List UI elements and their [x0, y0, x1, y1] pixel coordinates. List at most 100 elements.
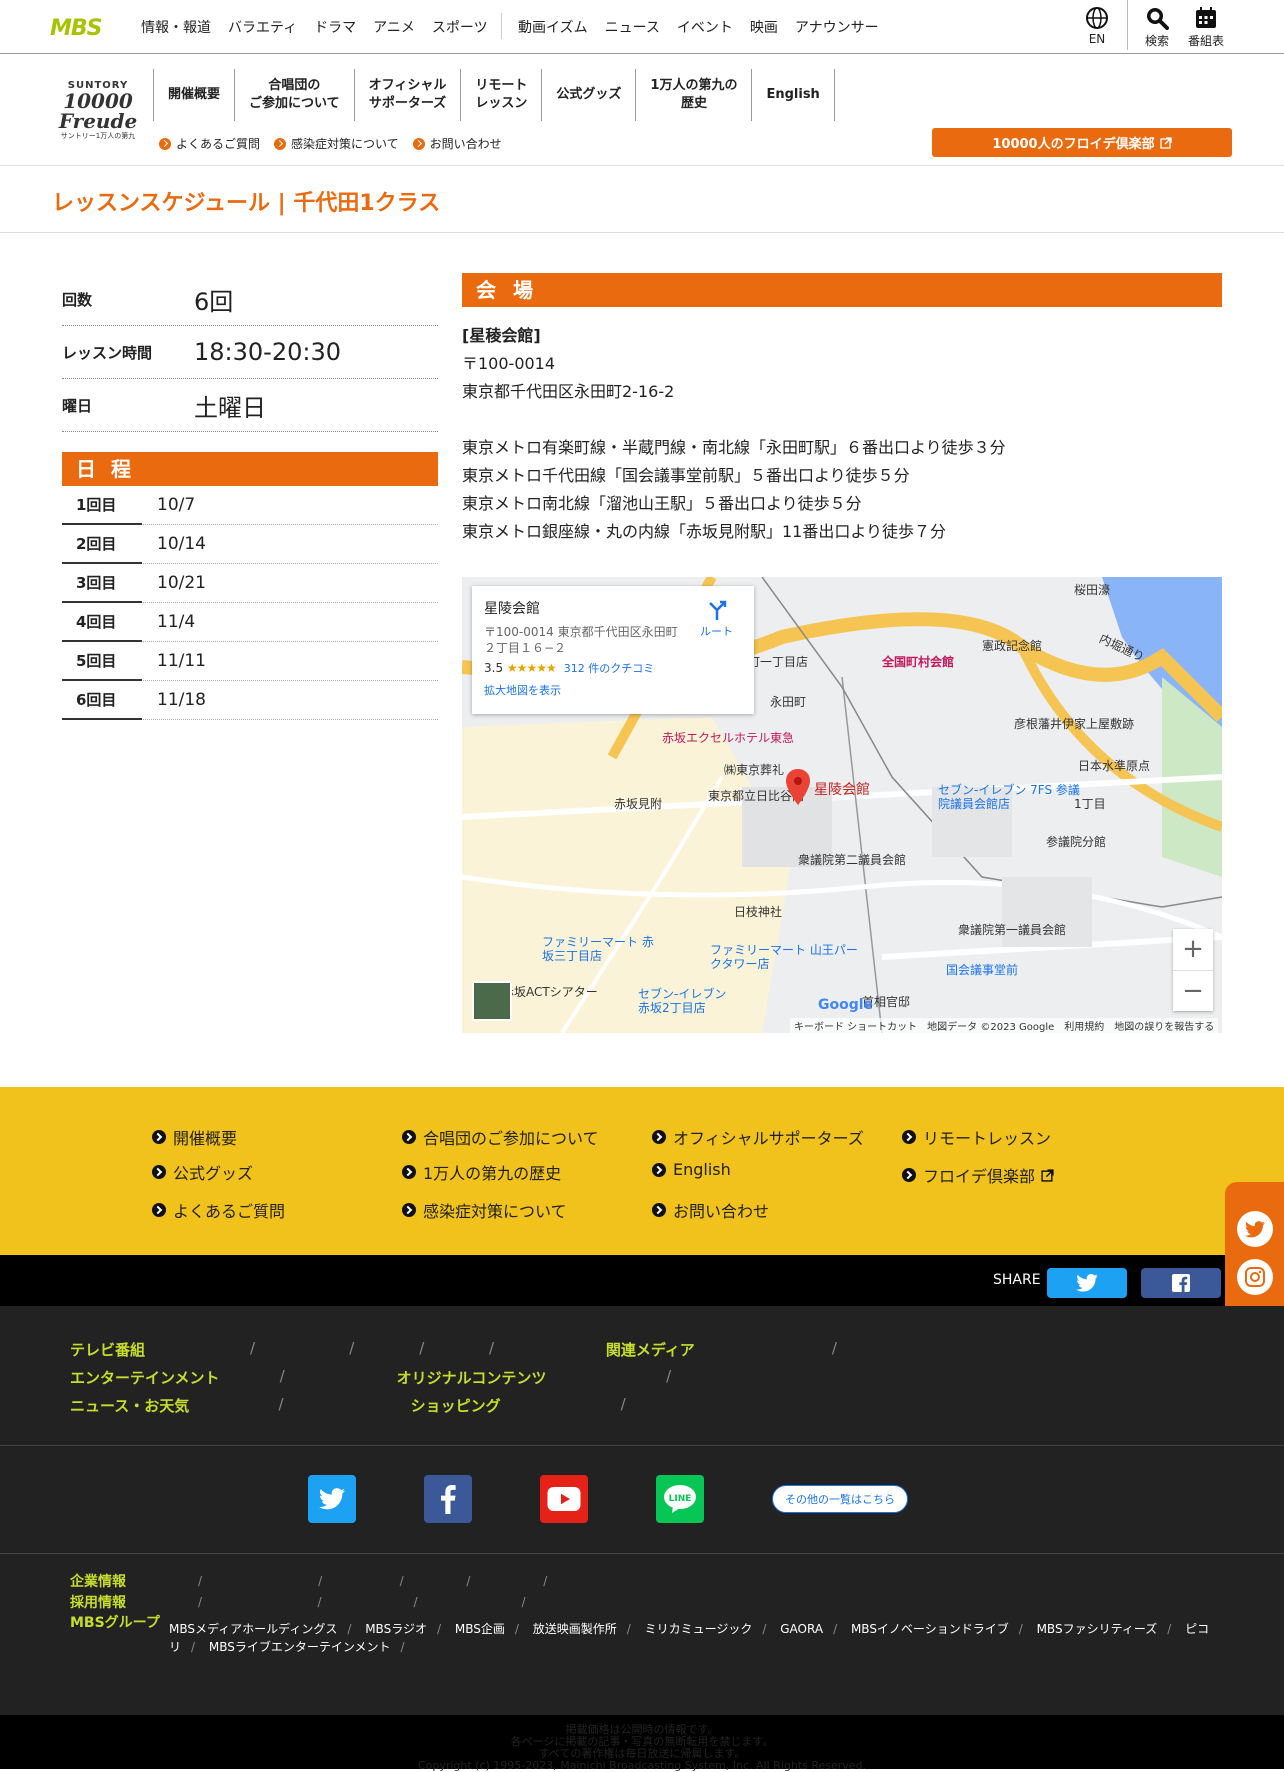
- reviews-link[interactable]: 312 件のクチコミ: [564, 662, 655, 675]
- footer-category[interactable]: 関連メディア: [606, 1339, 695, 1360]
- footer-category[interactable]: テレビ番組: [70, 1339, 145, 1360]
- more-accounts-button[interactable]: その他の一覧はこちら: [772, 1485, 908, 1513]
- footer-nav-link[interactable]: スポーツ: [504, 1339, 564, 1360]
- event-logo[interactable]: SUNTORY 10000 Freude サントリー1万人の第九: [52, 80, 144, 141]
- group-link[interactable]: MBSメディアホールディングス: [169, 1622, 337, 1636]
- map-footer[interactable]: キーボード ショートカット 地図データ ©2023 Google 利用規約 地図…: [790, 1018, 1219, 1033]
- footer-nav-link[interactable]: お天気情報: [294, 1395, 369, 1416]
- footer-nav-link[interactable]: 情報・報道: [165, 1339, 240, 1360]
- group-link[interactable]: MBSライブエンターテインメント: [209, 1640, 391, 1654]
- search-button[interactable]: 検索: [1135, 6, 1179, 49]
- footer-nav-link[interactable]: 映画: [240, 1367, 270, 1388]
- footer-nav-link[interactable]: ドラマ: [364, 1339, 409, 1360]
- footer-nav-link[interactable]: TVer: [847, 1339, 881, 1360]
- event-nav-item[interactable]: 1万人の第九の 歴史: [635, 69, 751, 121]
- lesson-info: 回数 6回 レッスン時間 18:30-20:30 曜日 土曜日: [62, 273, 438, 432]
- map-pin-icon[interactable]: [786, 769, 810, 805]
- footer-link[interactable]: オフィシャルサポーターズ: [652, 1125, 864, 1149]
- footer-link[interactable]: よくあるご質問: [152, 1198, 285, 1222]
- footer-nav-link[interactable]: ニュース: [209, 1395, 268, 1416]
- mbs-youtube-link[interactable]: [540, 1475, 588, 1523]
- footer-nav-link[interactable]: バラエティ: [265, 1339, 339, 1360]
- top-nav-item[interactable]: バラエティ: [228, 17, 297, 37]
- group-link[interactable]: ミリカミュージック: [645, 1622, 753, 1636]
- footer-nav-link[interactable]: MBSコラム: [681, 1367, 758, 1388]
- corporate-link[interactable]: ちゃやまち広報室: [212, 1573, 308, 1590]
- top-nav-item[interactable]: 映画: [750, 17, 778, 37]
- corporate-link[interactable]: インターンシップ: [212, 1594, 307, 1611]
- share-twitter-button[interactable]: [1047, 1268, 1127, 1298]
- footer-link[interactable]: English: [652, 1160, 731, 1179]
- footer-link[interactable]: 開催概要: [152, 1125, 237, 1149]
- corporate-link[interactable]: CM企画: [414, 1573, 457, 1590]
- event-nav-item[interactable]: オフィシャル サポーターズ: [353, 69, 461, 121]
- top-nav-item[interactable]: ドラマ: [314, 17, 356, 37]
- route-button[interactable]: ルート: [700, 600, 733, 639]
- top-nav-item[interactable]: イベント: [677, 17, 733, 37]
- corporate-link[interactable]: アルバイト情報: [428, 1594, 512, 1611]
- corporate-link[interactable]: 会社案内: [140, 1573, 188, 1590]
- top-nav-item[interactable]: 情報・報道: [141, 17, 211, 37]
- footer-nav-link[interactable]: MBS GOODS: [636, 1395, 730, 1416]
- site-policy-link[interactable]: サイトポリシー: [492, 1674, 590, 1690]
- tv-schedule-button[interactable]: 番組表: [1184, 6, 1228, 49]
- group-link[interactable]: GAORA: [780, 1622, 823, 1636]
- footer-link[interactable]: 感染症対策について: [402, 1198, 567, 1222]
- zoom-out-button[interactable]: −: [1173, 970, 1213, 1011]
- corporate-category[interactable]: MBSグループ: [70, 1612, 160, 1632]
- top-nav-item[interactable]: アナウンサー: [795, 17, 879, 37]
- larger-map-link[interactable]: 拡大地図を表示: [484, 682, 742, 698]
- group-link[interactable]: 放送映画製作所: [533, 1622, 617, 1636]
- footer-nav-link[interactable]: アニメ: [434, 1339, 479, 1360]
- corporate-link[interactable]: キャリア採用: [332, 1594, 404, 1611]
- twitter-link[interactable]: [1237, 1211, 1273, 1247]
- language-button[interactable]: EN: [1075, 6, 1119, 46]
- corporate-category[interactable]: 採用情報: [70, 1592, 126, 1612]
- event-nav-item[interactable]: English: [751, 69, 835, 121]
- share-facebook-button[interactable]: [1141, 1268, 1221, 1298]
- footer-category[interactable]: オリジナルコンテンツ: [397, 1367, 547, 1388]
- footer-link[interactable]: 1万人の第九の歴史: [402, 1160, 561, 1184]
- corporate-link[interactable]: ENGLISH: [480, 1574, 533, 1588]
- faq-link[interactable]: よくあるご質問: [159, 135, 260, 152]
- footer-link[interactable]: 合唱団のご参加について: [402, 1125, 599, 1149]
- footer-nav-link[interactable]: MBS動画イズム: [715, 1339, 822, 1360]
- footer-category[interactable]: エンターテインメント: [70, 1367, 220, 1388]
- zoom-in-button[interactable]: +: [1173, 929, 1213, 970]
- satellite-toggle[interactable]: [472, 981, 512, 1021]
- top-nav-item[interactable]: スポーツ: [432, 17, 488, 37]
- group-link[interactable]: MBSイノベーションドライブ: [851, 1622, 1009, 1636]
- contact-link[interactable]: お問い合わせ: [412, 135, 502, 152]
- footer-category[interactable]: ショッピング: [411, 1395, 501, 1416]
- footer-nav-link[interactable]: ショッピング: [521, 1395, 611, 1416]
- infection-link[interactable]: 感染症対策について: [274, 135, 399, 152]
- group-link[interactable]: MBS企画: [455, 1622, 505, 1636]
- footer-link[interactable]: 公式グッズ: [152, 1160, 253, 1184]
- instagram-link[interactable]: [1237, 1259, 1273, 1295]
- mbs-line-link[interactable]: LINE: [656, 1475, 704, 1523]
- mbs-facebook-link[interactable]: [424, 1475, 472, 1523]
- footer-nav-link[interactable]: アナウンサー: [566, 1367, 656, 1388]
- footer-category[interactable]: ニュース・お天気: [70, 1395, 189, 1416]
- corporate-category[interactable]: 企業情報: [70, 1571, 126, 1591]
- freude-club-button[interactable]: 10000人のフロイデ倶楽部: [932, 128, 1232, 157]
- footer-link[interactable]: お問い合わせ: [652, 1198, 769, 1222]
- top-nav-item[interactable]: 動画イズム: [518, 17, 588, 37]
- corporate-link[interactable]: JNNリンク: [332, 1573, 390, 1590]
- mbs-twitter-link[interactable]: [308, 1475, 356, 1523]
- event-nav-item[interactable]: 公式グッズ: [541, 69, 635, 121]
- event-nav-item[interactable]: 開催概要: [153, 69, 234, 121]
- privacy-link[interactable]: 個人情報: [614, 1674, 670, 1690]
- top-nav-item[interactable]: アニメ: [373, 17, 415, 37]
- mbs-logo[interactable]: MBS: [50, 16, 103, 41]
- event-nav-item[interactable]: 合唱団の ご参加について: [234, 69, 354, 121]
- group-link[interactable]: MBSファシリティーズ: [1037, 1622, 1158, 1636]
- footer-nav-link[interactable]: イベント: [295, 1367, 355, 1388]
- corporate-link[interactable]: 新卒採用: [140, 1594, 188, 1611]
- feedback-link[interactable]: ご意見・ご感想: [694, 1674, 792, 1690]
- top-nav-item[interactable]: ニュース: [605, 17, 660, 37]
- event-nav-item[interactable]: リモート レッスン: [460, 69, 541, 121]
- footer-link[interactable]: フロイデ倶楽部: [902, 1163, 1054, 1187]
- footer-link[interactable]: リモートレッスン: [902, 1125, 1051, 1149]
- group-link[interactable]: MBSラジオ: [365, 1622, 427, 1636]
